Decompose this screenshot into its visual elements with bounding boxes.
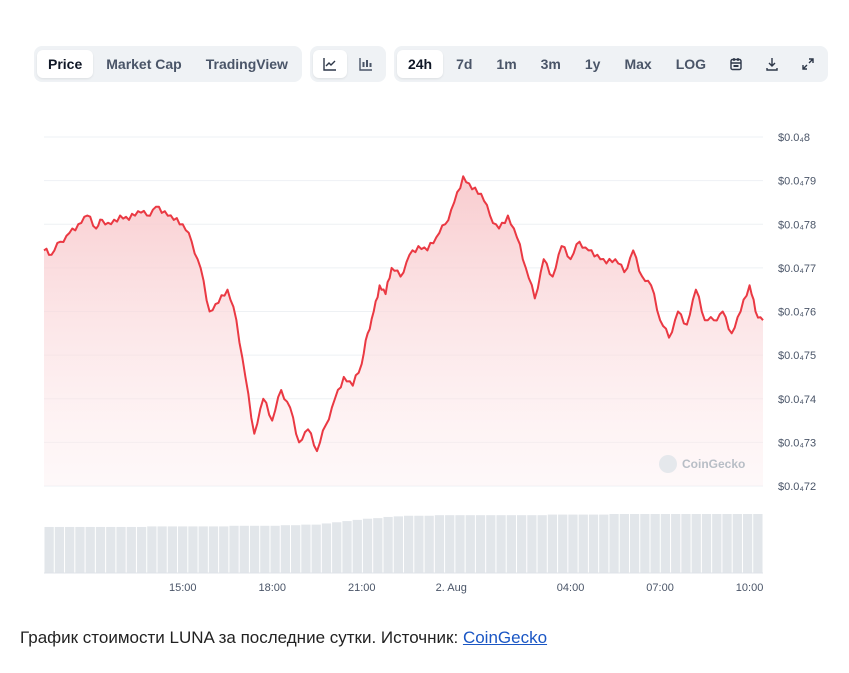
y-tick-label: $0.0₄75: [778, 350, 816, 362]
y-tick-label: $0.0₄72: [778, 481, 816, 493]
volume-bar: [54, 526, 65, 573]
volume-bar: [640, 514, 650, 573]
y-tick-label: $0.0₄78: [778, 219, 816, 231]
volume-bar: [671, 514, 681, 573]
x-tick-label: 04:00: [557, 582, 585, 594]
y-tick-label: $0.0₄8: [778, 132, 810, 144]
volume-bar: [157, 526, 167, 573]
x-tick-label: 15:00: [169, 582, 197, 594]
caption-text: График стоимости LUNA за последние сутки…: [20, 628, 463, 647]
volume-bar: [178, 526, 188, 573]
volume-bar: [280, 525, 291, 573]
volume-bar: [147, 526, 157, 573]
volume-bar: [239, 525, 249, 573]
volume-bar: [465, 515, 475, 573]
volume-bar: [629, 514, 640, 573]
volume-bar: [383, 516, 393, 573]
x-tick-label: 10:00: [736, 582, 764, 594]
x-tick-label: 21:00: [348, 582, 376, 594]
volume-bar: [506, 515, 516, 573]
volume-bar: [691, 514, 701, 573]
volume-bar: [527, 515, 537, 573]
volume-bar: [219, 526, 229, 573]
volume-bar: [404, 515, 414, 573]
volume-bar: [332, 522, 342, 573]
volume-bar: [742, 514, 753, 573]
volume-bar: [701, 514, 712, 573]
x-tick-label: 2. Aug: [436, 582, 467, 594]
source-link[interactable]: CoinGecko: [463, 628, 547, 647]
volume-bar: [434, 515, 445, 573]
volume-bar: [352, 519, 362, 573]
watermark-text: CoinGecko: [682, 457, 745, 471]
volume-bar: [208, 526, 219, 573]
volume-bar: [496, 515, 506, 573]
volume-bar: [588, 514, 599, 573]
volume-bar: [270, 525, 280, 573]
volume-bar: [136, 526, 147, 573]
volume-bar: [537, 515, 547, 573]
volume-bar: [106, 526, 116, 573]
volume-bar: [188, 526, 198, 573]
volume-bar: [547, 514, 558, 573]
volume-bar: [229, 525, 239, 573]
volume-bar: [558, 514, 568, 573]
volume-bars: [44, 514, 763, 574]
volume-bar: [311, 524, 321, 573]
volume-bar: [609, 514, 619, 573]
y-tick-label: $0.0₄74: [778, 394, 816, 406]
x-axis: 15:00 18:00 21:00 2. Aug 04:00 07:00 10:00: [169, 582, 763, 594]
volume-bar: [445, 515, 455, 573]
volume-bar: [65, 526, 75, 573]
volume-bar: [249, 525, 260, 573]
volume-bar: [75, 526, 85, 573]
volume-bar: [753, 514, 763, 573]
x-tick-label: 07:00: [646, 582, 674, 594]
price-chart[interactable]: $0.0₄8 $0.0₄79 $0.0₄78 $0.0₄77 $0.0₄76 $0.0₄7…: [0, 0, 849, 610]
volume-bar: [712, 514, 722, 573]
volume-bar: [126, 526, 136, 573]
volume-bar: [599, 514, 609, 573]
volume-bar: [198, 526, 208, 573]
volume-bar: [650, 514, 660, 573]
x-tick-label: 18:00: [258, 582, 286, 594]
volume-bar: [578, 514, 588, 573]
coingecko-watermark: CoinGecko: [659, 455, 745, 473]
volume-bar: [342, 521, 352, 573]
volume-bar: [85, 526, 95, 573]
volume-bar: [681, 514, 691, 573]
volume-bar: [167, 526, 178, 573]
volume-bar: [732, 514, 742, 573]
volume-bar: [455, 515, 465, 573]
volume-bar: [260, 525, 270, 573]
y-tick-label: $0.0₄79: [778, 176, 816, 188]
volume-bar: [321, 523, 332, 573]
chart-caption: График стоимости LUNA за последние сутки…: [20, 628, 547, 648]
volume-bar: [414, 515, 424, 573]
volume-bar: [619, 514, 629, 573]
volume-bar: [516, 515, 527, 573]
price-area: [44, 176, 763, 487]
volume-bar: [568, 514, 578, 573]
volume-bar: [486, 515, 496, 573]
volume-bar: [373, 518, 383, 573]
volume-bar: [424, 515, 434, 573]
volume-bar: [291, 525, 301, 573]
volume-bar: [301, 524, 311, 573]
y-axis: $0.0₄8 $0.0₄79 $0.0₄78 $0.0₄77 $0.0₄76 $0.0₄7…: [778, 132, 816, 493]
volume-bar: [722, 514, 732, 573]
volume-bar: [362, 518, 373, 573]
coingecko-logo-icon: [659, 455, 677, 473]
volume-bar: [660, 514, 671, 573]
volume-bar: [475, 515, 486, 573]
volume-bar: [95, 526, 106, 573]
volume-bar: [44, 526, 54, 573]
volume-bar: [116, 526, 126, 573]
y-tick-label: $0.0₄73: [778, 437, 816, 449]
volume-bar: [393, 516, 403, 573]
y-tick-label: $0.0₄76: [778, 307, 816, 319]
y-tick-label: $0.0₄77: [778, 263, 816, 275]
